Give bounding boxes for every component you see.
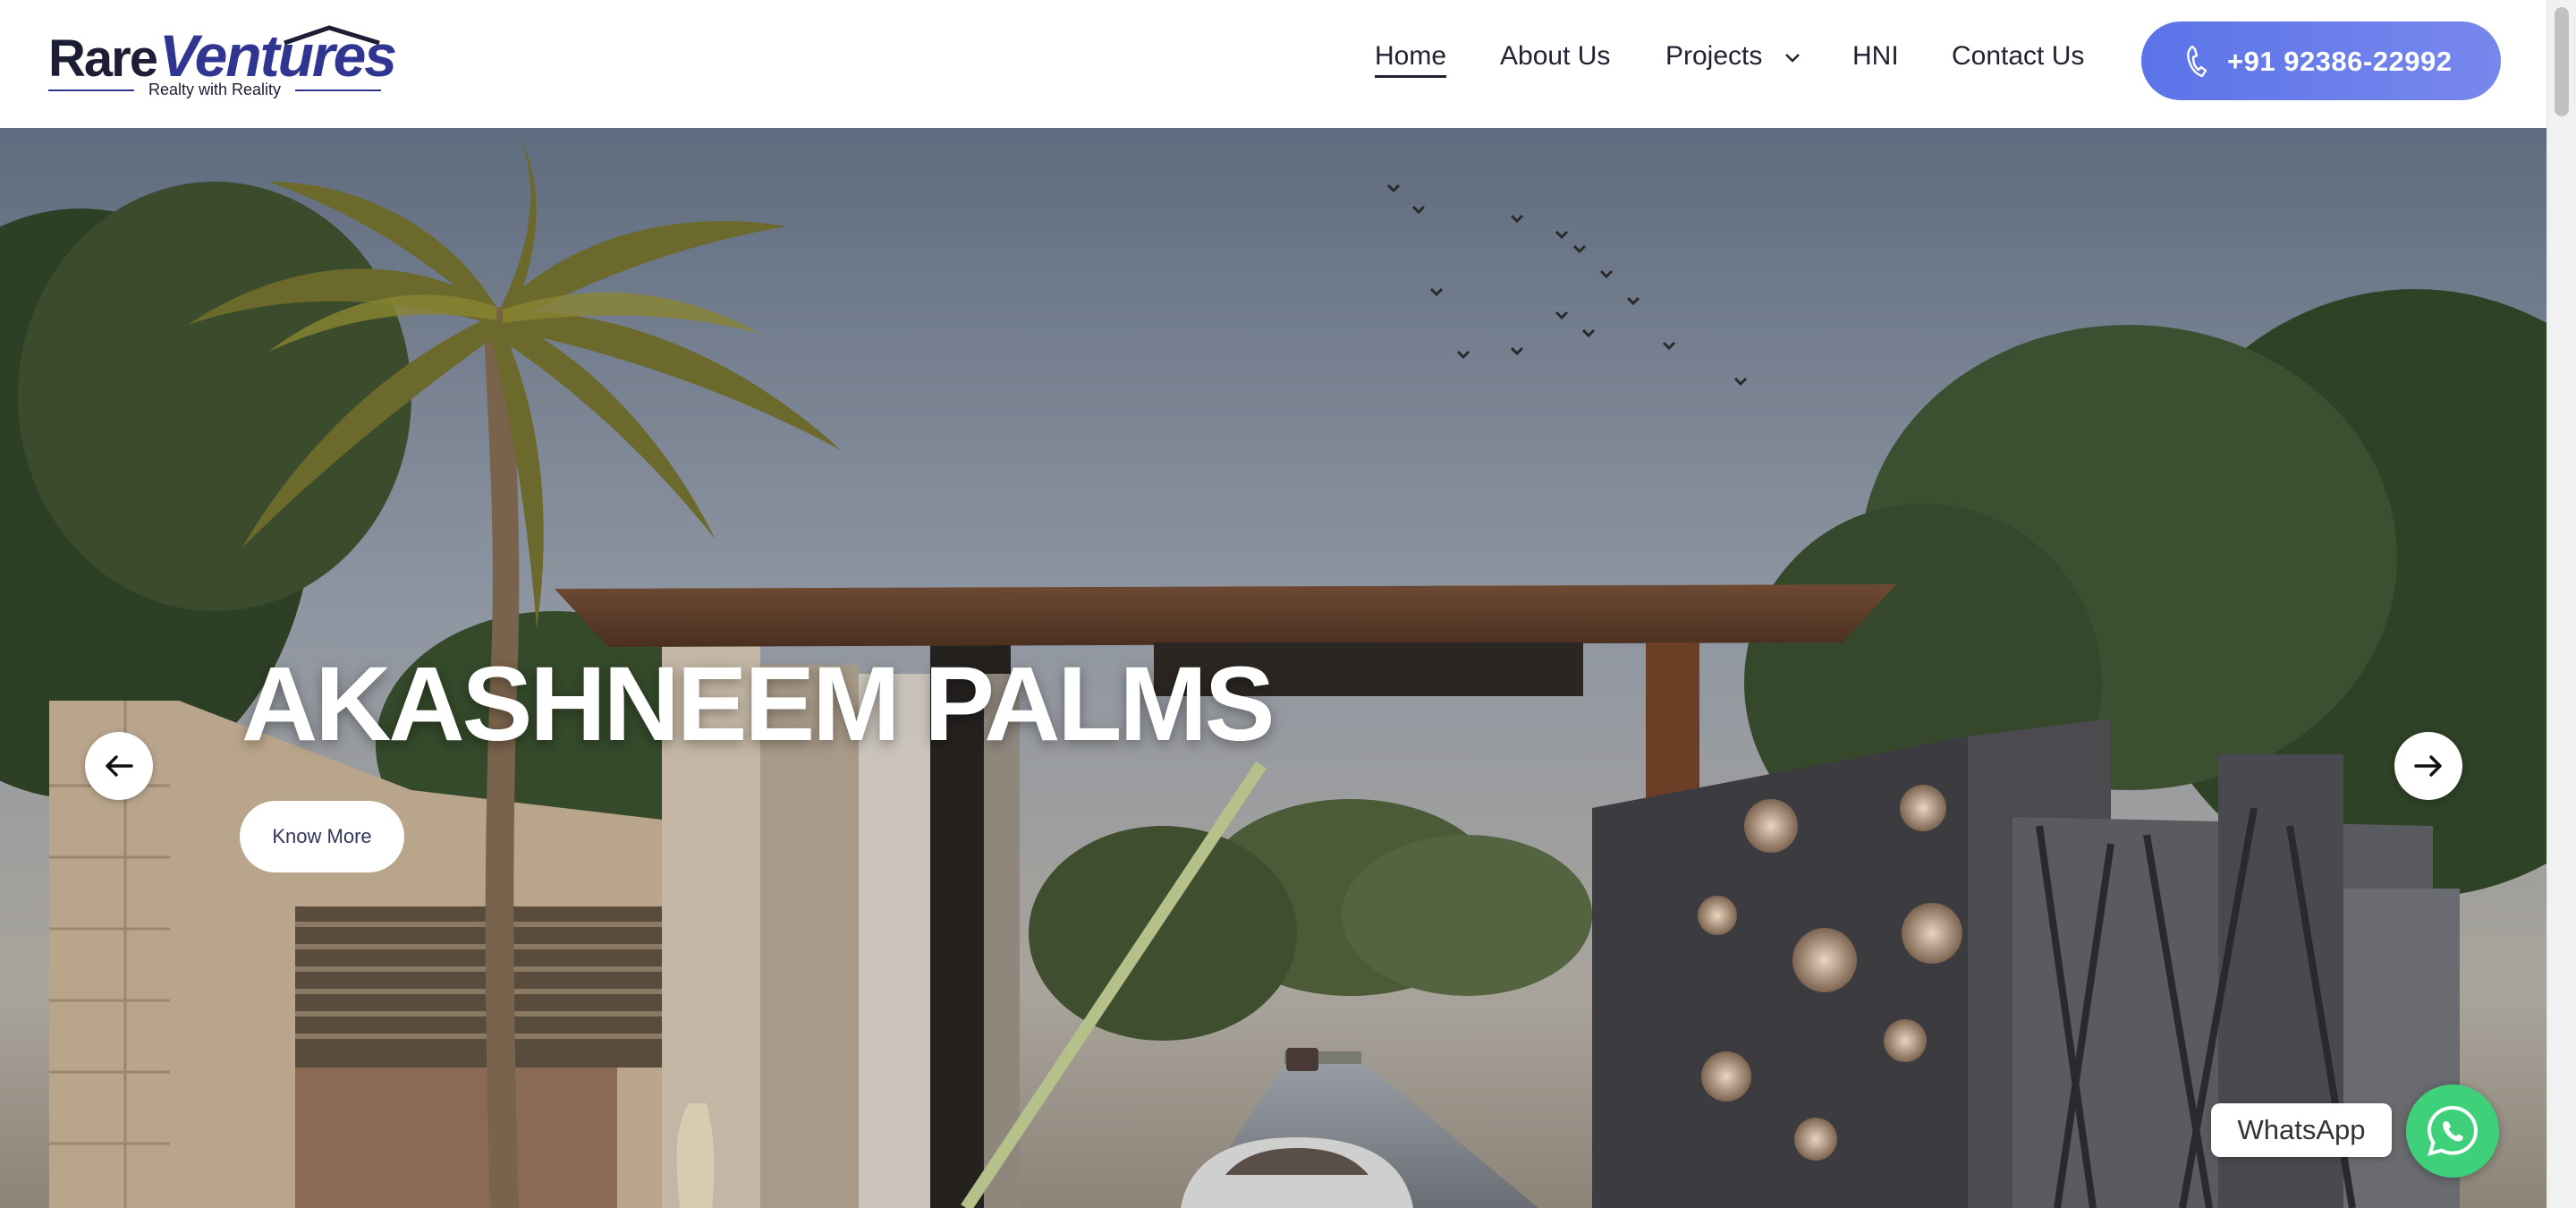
nav-item-home[interactable]: Home xyxy=(1375,41,1447,78)
phone-icon xyxy=(2187,45,2207,78)
logo-rule-right xyxy=(295,89,381,91)
hero-title: AKASHNEEM PALMS xyxy=(242,645,1275,763)
scrollbar-thumb[interactable] xyxy=(2555,7,2569,116)
slider-prev-button[interactable] xyxy=(85,732,153,800)
arrow-left-icon xyxy=(106,755,133,777)
nav-item-contact-us[interactable]: Contact Us xyxy=(1952,41,2084,72)
logo-roof-icon xyxy=(284,25,380,45)
nav-item-about-us[interactable]: About Us xyxy=(1500,41,1610,72)
brand-logo[interactable]: Rare Ventures Realty with Reality xyxy=(48,18,397,104)
hero-slider: AKASHNEEM PALMS Know More WhatsApp xyxy=(0,128,2547,1208)
know-more-button[interactable]: Know More xyxy=(240,801,404,872)
nav-item-projects[interactable]: Projects xyxy=(1665,41,1800,72)
whatsapp-label[interactable]: WhatsApp xyxy=(2211,1103,2392,1157)
slider-next-button[interactable] xyxy=(2394,732,2462,800)
chevron-down-icon xyxy=(1785,54,1800,63)
phone-number: +91 92386-22992 xyxy=(2227,46,2453,77)
nav-item-hni[interactable]: HNI xyxy=(1852,41,1899,72)
logo-rule-left xyxy=(48,89,134,91)
whatsapp-button[interactable] xyxy=(2406,1085,2499,1178)
call-button[interactable]: +91 92386-22992 xyxy=(2141,21,2501,100)
whatsapp-icon xyxy=(2427,1105,2479,1156)
logo-tagline: Realty with Reality xyxy=(148,81,282,98)
page-scrollbar[interactable] xyxy=(2546,0,2576,1208)
arrow-right-icon xyxy=(2414,755,2442,777)
logo-word-rare: Rare xyxy=(48,30,158,88)
nav-item-projects-label: Projects xyxy=(1665,41,1763,71)
site-header: Rare Ventures Realty with Reality Home A… xyxy=(0,0,2547,128)
